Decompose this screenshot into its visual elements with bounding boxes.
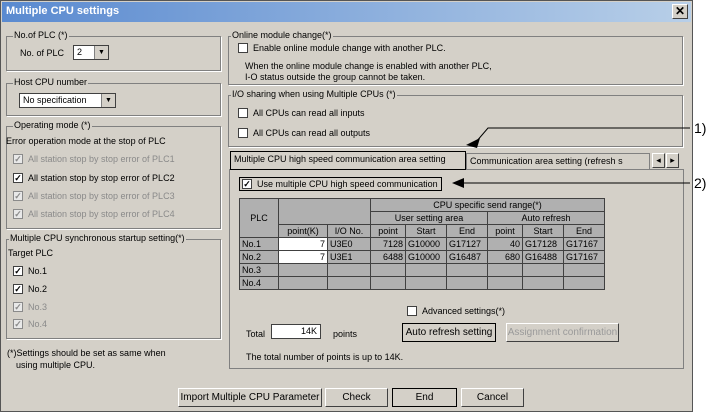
tab-high-speed-area[interactable]: Multiple CPU high speed communication ar… [230,151,466,170]
callout-1: 1) [694,120,707,136]
callout-1-leader [475,127,690,143]
tab-high-speed-area-label: Multiple CPU high speed communication ar… [234,154,446,164]
callout-leaders [452,127,690,188]
callout-2: 2) [694,175,707,191]
